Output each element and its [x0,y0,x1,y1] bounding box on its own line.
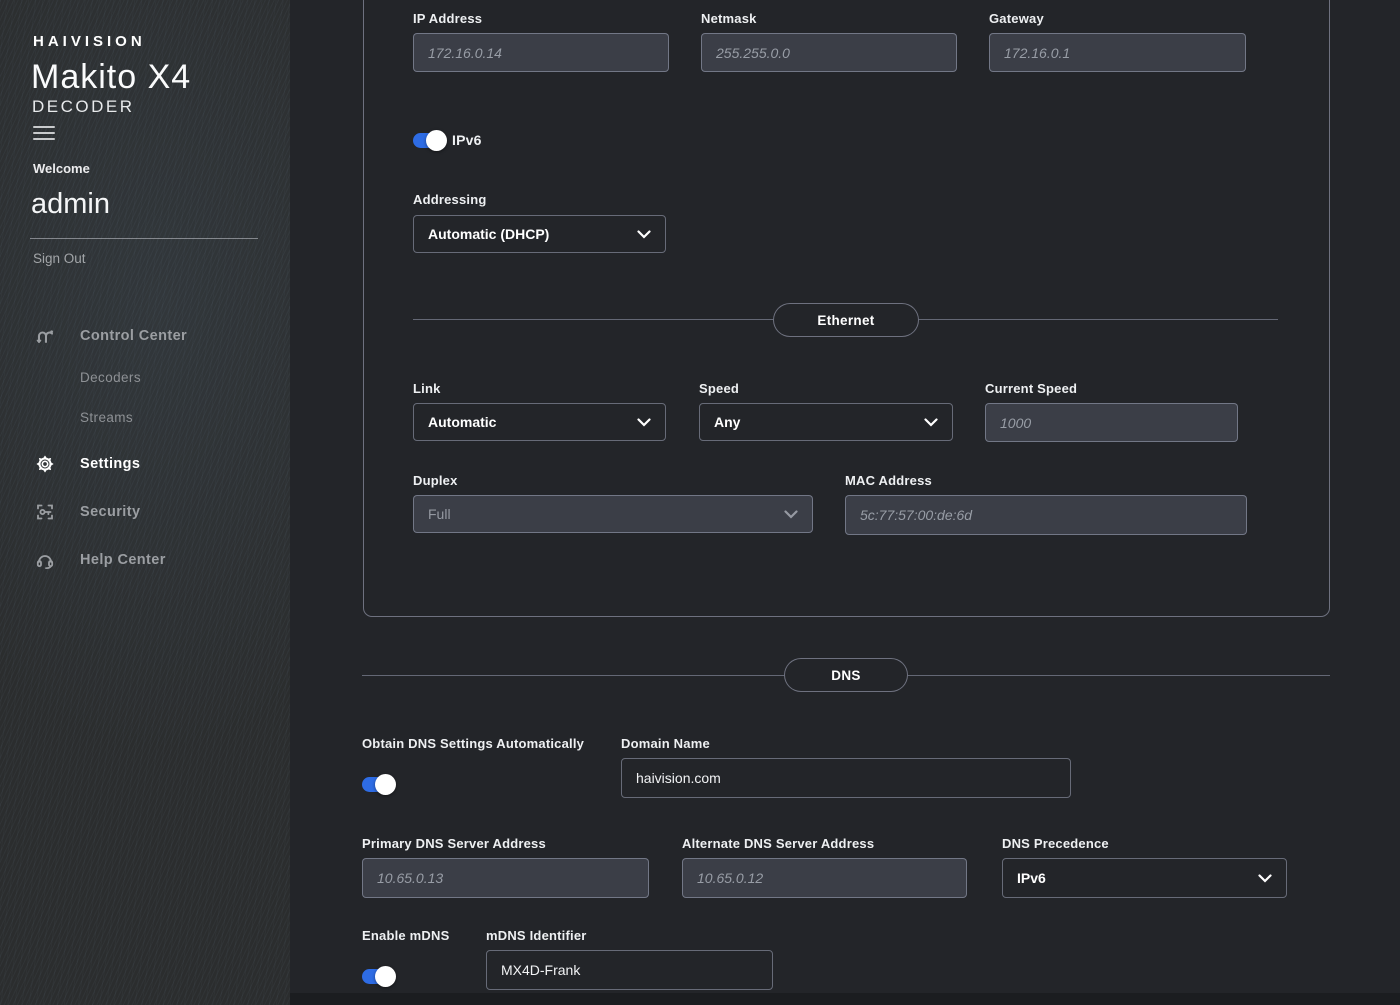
sidebar: HAIVISION Makito X4 DECODER Welcome admi… [0,0,290,1005]
chevron-down-icon [637,418,651,427]
addressing-label: Addressing [413,192,487,207]
streams-shuffle-icon [35,326,55,346]
dns-precedence-label: DNS Precedence [1002,836,1109,851]
hamburger-menu-icon[interactable] [33,126,55,142]
netmask-input[interactable] [701,33,957,72]
link-select[interactable]: Automatic [413,403,666,441]
ip-address-input[interactable] [413,33,669,72]
sidebar-item-label: Help Center [80,552,166,568]
addressing-value: Automatic (DHCP) [428,226,549,242]
speed-value: Any [714,414,740,430]
domain-name-label: Domain Name [621,736,710,751]
sign-out-link[interactable]: Sign Out [33,251,86,266]
mdns-identifier-label: mDNS Identifier [486,928,587,943]
product-subtitle: DECODER [32,97,135,117]
link-value: Automatic [428,414,496,430]
sidebar-item-label: Settings [80,456,140,472]
duplex-label: Duplex [413,473,458,488]
chevron-down-icon [784,510,798,519]
headset-icon [35,550,55,570]
chevron-down-icon [924,418,938,427]
gear-icon [35,454,55,474]
toggle-knob [375,966,396,987]
enable-mdns-toggle[interactable] [362,969,393,984]
ipv6-label: IPv6 [452,132,482,148]
duplex-value: Full [428,506,451,522]
current-speed-input[interactable] [985,403,1238,442]
addressing-select[interactable]: Automatic (DHCP) [413,215,666,253]
dns-precedence-value: IPv6 [1017,870,1046,886]
gateway-input[interactable] [989,33,1246,72]
sidebar-item-label: Decoders [80,370,141,385]
duplex-select[interactable]: Full [413,495,813,533]
welcome-label: Welcome [33,161,90,176]
current-speed-label: Current Speed [985,381,1077,396]
primary-dns-input[interactable] [362,858,649,898]
dns-precedence-select[interactable]: IPv6 [1002,858,1287,898]
product-name: Makito X4 [31,58,191,97]
speed-label: Speed [699,381,739,396]
toggle-knob [426,130,447,151]
speed-select[interactable]: Any [699,403,953,441]
ipv6-toggle[interactable] [413,133,444,148]
obtain-dns-toggle[interactable] [362,777,393,792]
mac-address-input[interactable] [845,495,1247,535]
domain-name-input[interactable] [621,758,1071,798]
netmask-label: Netmask [701,11,757,26]
chevron-down-icon [637,230,651,239]
chevron-down-icon [1258,874,1272,883]
key-frame-icon [35,502,55,522]
mdns-identifier-input[interactable] [486,950,773,990]
haivision-logo: HAIVISION [33,33,146,50]
divider [30,238,258,239]
sidebar-item-label: Control Center [80,328,187,344]
dns-section-badge: DNS [784,658,908,692]
gateway-label: Gateway [989,11,1044,26]
mac-address-label: MAC Address [845,473,932,488]
username: admin [31,188,110,221]
obtain-dns-label: Obtain DNS Settings Automatically [362,736,584,751]
ip-address-label: IP Address [413,11,482,26]
alternate-dns-input[interactable] [682,858,967,898]
toggle-knob [375,774,396,795]
enable-mdns-label: Enable mDNS [362,928,449,943]
primary-dns-label: Primary DNS Server Address [362,836,546,851]
link-label: Link [413,381,441,396]
sidebar-item-label: Security [80,504,140,520]
alternate-dns-label: Alternate DNS Server Address [682,836,874,851]
ethernet-section-badge: Ethernet [773,303,919,337]
sidebar-item-label: Streams [80,410,133,425]
